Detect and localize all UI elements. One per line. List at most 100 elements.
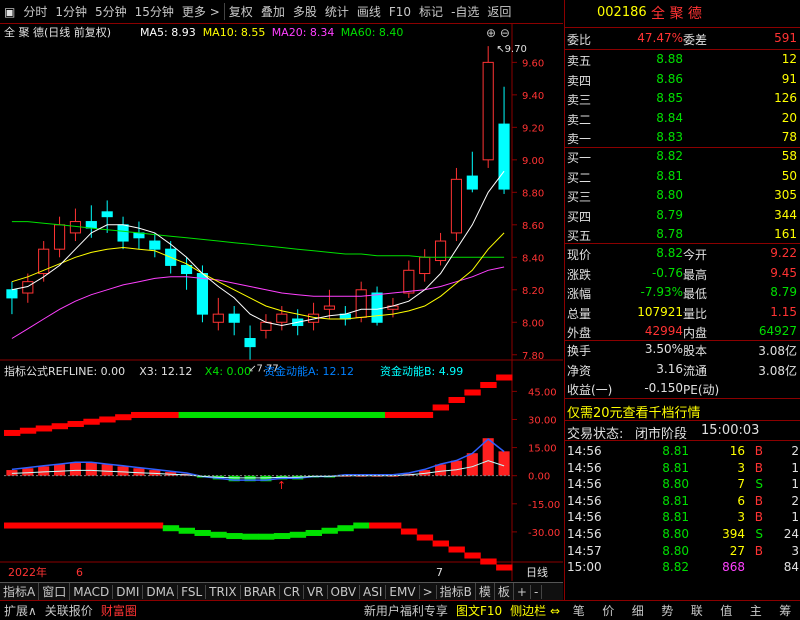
fund-histogram-bar [85, 462, 97, 476]
indicator-tab[interactable]: DMI [113, 584, 144, 599]
status-item[interactable]: 关联报价 [41, 602, 97, 619]
indicator-tab[interactable]: 窗口 [39, 583, 71, 600]
toolbar-item[interactable]: 叠加 [257, 3, 289, 20]
ma-label: MA5: 8.93 [140, 26, 196, 39]
upper-band-bar [432, 404, 449, 411]
candle-body [498, 123, 510, 190]
fund-histogram-bar [117, 466, 129, 476]
toolbar-item[interactable]: 标记 [415, 3, 447, 20]
lower-band-bar [273, 533, 291, 540]
bid-label: 买四 [567, 209, 592, 224]
period-label[interactable]: 日线 [526, 565, 548, 579]
fund-b-label: 资金动能B: 4.99 [380, 364, 463, 378]
fund-histogram-bar [101, 464, 113, 476]
toolbar-item[interactable]: 分时 [19, 3, 51, 20]
ask-volume: 126 [774, 91, 797, 106]
toolbar-item[interactable]: 返回 [483, 3, 515, 20]
bid-row: 买三 8.80 305 [565, 187, 800, 206]
upper-band-bar [480, 382, 497, 388]
lower-band-bar [115, 522, 132, 529]
ask-label: 卖二 [567, 112, 592, 127]
tick-price: 8.80 [662, 527, 689, 541]
tick-time: 14:56 [567, 527, 602, 541]
quote-tab[interactable]: 筹 [775, 602, 795, 619]
bid-price: 8.80 [656, 188, 683, 203]
toolbar-item[interactable]: 复权 [223, 3, 257, 20]
quote-tab[interactable]: 笔 [569, 602, 589, 619]
stat-label: 量比 [683, 306, 708, 321]
kline-chart[interactable]: 全 聚 德(日线 前复权) MA5: 8.93 MA10: 8.55 MA20: 8.… [0, 24, 563, 582]
indicator-tab[interactable]: DMA [143, 584, 179, 599]
lower-band-bar [162, 525, 180, 532]
indicator-tab[interactable]: > [420, 584, 437, 599]
indicator-tab[interactable]: TRIX [206, 584, 241, 599]
stat-value: 1.15 [770, 304, 797, 319]
ask-price: 8.86 [656, 71, 683, 86]
indicator-tab[interactable]: 指标A [0, 583, 40, 600]
indicator-tab[interactable]: 指标B [437, 583, 476, 600]
indicator-tab[interactable]: BRAR [241, 584, 281, 599]
ask-label: 卖一 [567, 132, 592, 147]
fin-value: 3.08亿 [758, 363, 797, 378]
indicator-tab[interactable]: + [514, 584, 531, 599]
price-tick: 9.40 [522, 91, 544, 102]
upper-band-bar [131, 411, 148, 418]
quote-tab[interactable]: 联 [687, 602, 707, 619]
stat-value: 107921 [637, 304, 683, 319]
lower-band-bar [385, 522, 402, 529]
candle-body [482, 61, 494, 161]
promo-link[interactable]: 仅需20元查看千档行情 [567, 402, 701, 421]
indicator-tab[interactable]: EMV [386, 584, 420, 599]
toolbar-item[interactable]: -自选 [447, 3, 483, 20]
upper-band-bar [115, 414, 132, 421]
indicator-tab[interactable]: CR [280, 584, 304, 599]
status-right-item[interactable]: 新用户福利专享 [360, 602, 452, 619]
lower-band-bar [4, 522, 21, 529]
indicator-tab[interactable]: VR [304, 584, 328, 599]
upper-band-bar [19, 427, 37, 434]
weicha-label: 委差 [683, 33, 708, 47]
indicator-tab[interactable]: 板 [495, 583, 514, 600]
quote-tab[interactable]: 价 [598, 602, 618, 619]
toolbar-item[interactable]: 1分钟 [51, 3, 91, 20]
upper-band-bar [416, 411, 434, 418]
toolbar-item[interactable]: 画线 [353, 3, 385, 20]
chart-options-icon[interactable]: ⊕ ⊖ [486, 26, 510, 40]
tick-price: 8.80 [662, 477, 689, 492]
indicator-tab[interactable]: ASI [360, 584, 387, 599]
indicator-tab[interactable]: MACD [70, 584, 114, 599]
chart-type-icon[interactable]: ▣ [0, 5, 19, 19]
tick-volume: 27 [729, 543, 745, 558]
stat-value: 9.45 [770, 265, 797, 280]
status-right-item[interactable]: 图文F10 [452, 602, 506, 619]
ask-price: 8.83 [656, 130, 683, 145]
quote-tab[interactable]: 势 [657, 602, 677, 619]
indicator-tab[interactable]: FSL [178, 584, 207, 599]
quote-tab[interactable]: 主 [746, 602, 766, 619]
tick-price: 8.81 [662, 444, 689, 458]
lower-band-bar [194, 529, 211, 536]
ask-row: 卖一 8.83 78 [565, 129, 800, 148]
indicator-tab[interactable]: 模 [476, 583, 495, 600]
bid-price: 8.79 [656, 207, 683, 222]
tick-time: 15:00 [567, 560, 602, 575]
toolbar-item[interactable]: 统计 [321, 3, 353, 20]
status-right-item[interactable]: 侧边栏 ⇔ [506, 602, 564, 619]
ask-volume: 20 [781, 110, 797, 125]
price-tick: 8.60 [522, 221, 544, 232]
toolbar-item[interactable]: 更多 > [178, 3, 224, 20]
toolbar-item[interactable]: 多股 [289, 3, 321, 20]
quote-tab[interactable]: 细 [628, 602, 648, 619]
bid-volume: 58 [781, 149, 797, 163]
indicator-tab[interactable]: OBV [328, 584, 361, 599]
status-item[interactable]: 扩展∧ [0, 602, 41, 619]
upper-band-bar [305, 411, 322, 418]
toolbar-item[interactable]: 5分钟 [91, 3, 131, 20]
status-item[interactable]: 财富圈 [97, 602, 141, 619]
upper-band-bar [258, 411, 275, 418]
candle-body [244, 338, 256, 348]
indicator-tab[interactable]: - [531, 584, 543, 599]
toolbar-item[interactable]: 15分钟 [131, 3, 178, 20]
quote-tab[interactable]: 值 [716, 602, 736, 619]
toolbar-item[interactable]: F10 [385, 5, 415, 19]
